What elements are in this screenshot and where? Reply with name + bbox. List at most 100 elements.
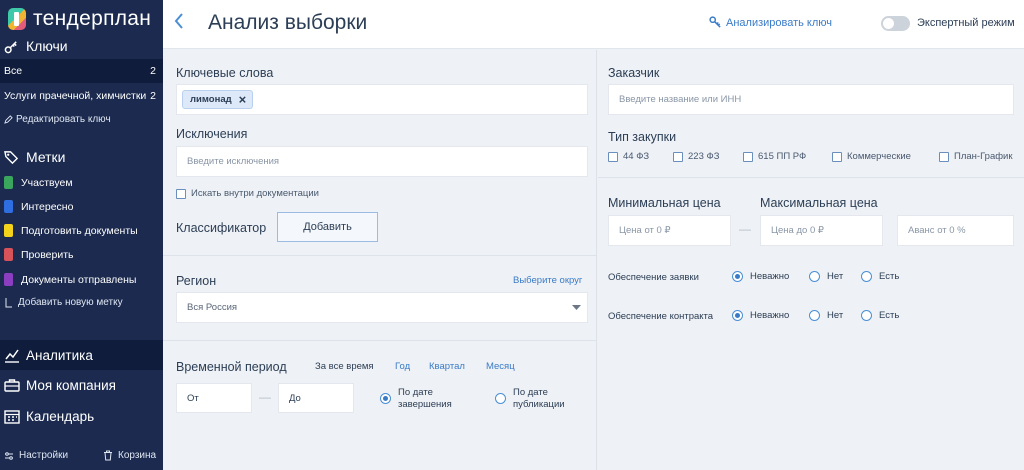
contract-security-no[interactable]: Нет [809, 310, 843, 321]
nav-calendar[interactable]: Календарь [0, 401, 163, 431]
checkbox-label: План-График [954, 151, 1013, 162]
tag-color-swatch [4, 273, 13, 286]
radio-circle-selected[interactable] [732, 310, 743, 321]
settings-link[interactable]: Настройки [4, 450, 68, 461]
radio-label: Нет [827, 271, 844, 282]
region-select[interactable]: Вся Россия [176, 292, 588, 323]
max-price-input[interactable]: Цена до 0 ₽ [760, 215, 883, 246]
keyword-chip[interactable]: лимонад × [182, 90, 254, 109]
date-to-input[interactable]: До [278, 383, 354, 413]
purchase-type-commercial[interactable]: Коммерческие [832, 151, 911, 162]
customer-input[interactable]: Введите название или ИНН [608, 84, 1014, 115]
key-count: 2 [150, 65, 156, 77]
sidebar-tag[interactable]: Интересно [4, 200, 73, 213]
keys-section-title[interactable]: Ключи [4, 38, 68, 54]
add-tag-link[interactable]: Добавить новую метку [4, 297, 123, 308]
edit-key-link[interactable]: Редактировать ключ [4, 114, 111, 125]
period-option-year[interactable]: Год [395, 361, 410, 372]
dropdown-arrow-icon [572, 305, 581, 310]
period-option-all[interactable]: За все время [315, 361, 374, 372]
tags-section-title[interactable]: Метки [4, 149, 66, 165]
customer-label: Заказчик [608, 66, 660, 80]
radio-label: Нет [827, 310, 844, 321]
contract-security-any[interactable]: Неважно [732, 310, 789, 321]
min-price-input[interactable]: Цена от 0 ₽ [608, 215, 731, 246]
bid-security-any[interactable]: Неважно [732, 271, 789, 282]
radio-label: Неважно [750, 271, 790, 282]
search-in-docs-checkbox[interactable]: Искать внутри документации [176, 188, 319, 199]
radio-circle[interactable] [809, 271, 820, 282]
purchase-type-615pp[interactable]: 615 ПП РФ [743, 151, 806, 162]
tags-title: Метки [26, 149, 66, 165]
radio-circle[interactable] [809, 310, 820, 321]
checkbox-box[interactable] [743, 151, 753, 162]
checkbox-label: 44 ФЗ [623, 151, 650, 162]
sidebar-tag[interactable]: Проверить [4, 248, 74, 261]
radio-label-line: публикации [513, 399, 565, 410]
logo-icon [8, 8, 26, 30]
period-option-quarter[interactable]: Квартал [429, 361, 465, 372]
analyze-key-label: Анализировать ключ [726, 16, 833, 29]
logo[interactable]: тендерплан [8, 7, 151, 31]
radio-by-end-date[interactable]: По дате завершения [380, 387, 452, 411]
checkbox-box[interactable] [673, 151, 683, 162]
nav-analytics[interactable]: Аналитика [0, 340, 163, 370]
tag-color-swatch [4, 248, 13, 261]
nav-my-company[interactable]: Моя компания [0, 370, 163, 400]
sidebar-tag[interactable]: Участвуем [4, 176, 73, 189]
bid-security-yes[interactable]: Есть [861, 271, 899, 282]
bid-security-no[interactable]: Нет [809, 271, 843, 282]
purchase-type-44fz[interactable]: 44 ФЗ [608, 151, 649, 162]
purchase-type-plan-schedule[interactable]: План-График [939, 151, 1013, 162]
sidebar-tag[interactable]: Документы отправлены [4, 273, 136, 286]
radio-label: Есть [879, 310, 900, 321]
radio-label-line: По дате [513, 387, 548, 398]
region-label: Регион [176, 274, 217, 288]
edit-key-label: Редактировать ключ [16, 114, 111, 125]
sidebar-key-laundry[interactable]: Услуги прачечной, химчистки 2 [0, 84, 163, 108]
advance-input[interactable]: Аванс от 0 % [897, 215, 1014, 246]
checkbox-box[interactable] [832, 151, 842, 162]
region-value: Вся Россия [187, 302, 238, 313]
key-label: Все [4, 65, 23, 77]
add-classifier-button[interactable]: Добавить [277, 212, 378, 242]
checkbox-box[interactable] [608, 151, 618, 162]
radio-by-pub-date[interactable]: По дате публикации [495, 387, 565, 411]
date-from-input[interactable]: От [176, 383, 252, 413]
customer-placeholder: Введите название или ИНН [619, 94, 742, 105]
exclusions-input[interactable]: Введите исключения [176, 146, 588, 177]
contract-security-label: Обеспечение контракта [608, 311, 714, 322]
trash-link[interactable]: Корзина [103, 450, 156, 461]
tag-color-swatch [4, 224, 13, 237]
keys-title: Ключи [26, 38, 68, 54]
remove-chip-icon[interactable]: × [239, 92, 247, 107]
range-dash: — [739, 222, 751, 236]
add-tag-icon [5, 298, 12, 308]
add-tag-label: Добавить новую метку [18, 297, 123, 308]
min-price-placeholder: Цена от 0 ₽ [619, 225, 671, 236]
sidebar-tag[interactable]: Подготовить документы [4, 224, 138, 237]
back-arrow-icon[interactable] [173, 12, 185, 34]
tag-color-swatch [4, 176, 13, 189]
choose-district-link[interactable]: Выберите округ [513, 275, 582, 286]
sidebar-key-all[interactable]: Все 2 [0, 59, 163, 83]
divider [598, 177, 1024, 178]
key-label: Услуги прачечной, химчистки [4, 90, 147, 102]
radio-circle[interactable] [861, 271, 872, 282]
expert-mode-toggle[interactable] [881, 16, 910, 31]
trash-icon [104, 450, 112, 461]
purchase-type-223fz[interactable]: 223 ФЗ [673, 151, 719, 162]
edit-icon [4, 115, 13, 124]
radio-circle-selected[interactable] [380, 393, 391, 404]
sidebar: тендерплан Ключи Все 2 Услуги прачечной,… [0, 0, 163, 470]
tag-label: Интересно [21, 200, 74, 213]
checkbox-box[interactable] [939, 151, 949, 162]
contract-security-yes[interactable]: Есть [861, 310, 899, 321]
checkbox-box[interactable] [176, 188, 186, 199]
period-option-month[interactable]: Месяц [486, 361, 515, 372]
calendar-icon [4, 409, 20, 424]
radio-circle-selected[interactable] [732, 271, 743, 282]
radio-circle[interactable] [495, 393, 506, 404]
analyze-key-button[interactable]: Анализировать ключ [709, 16, 832, 29]
radio-circle[interactable] [861, 310, 872, 321]
